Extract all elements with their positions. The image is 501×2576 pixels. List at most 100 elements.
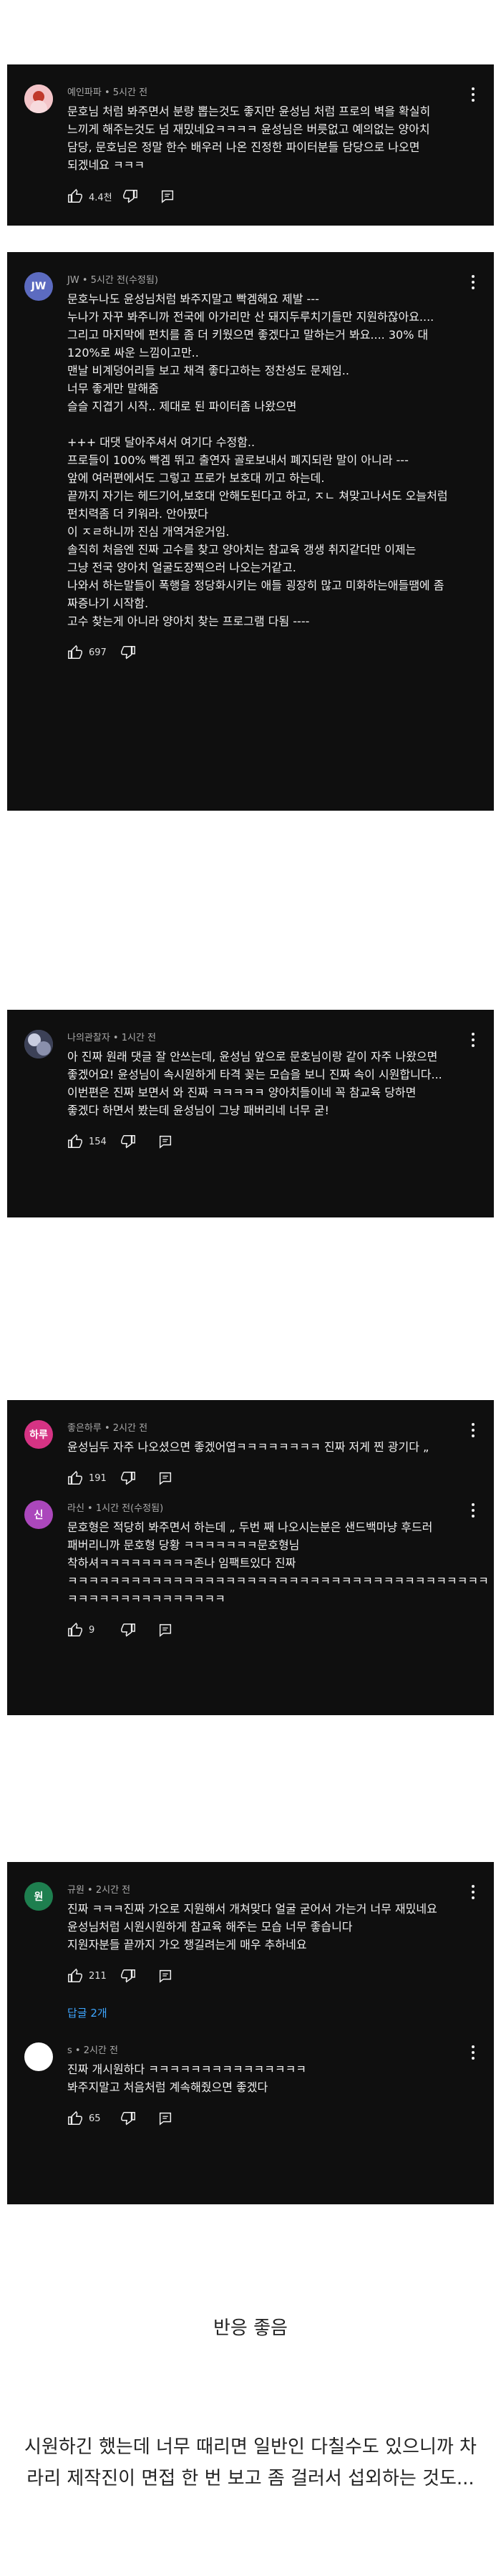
view-replies-link[interactable]: 답글 2개 bbox=[67, 1999, 494, 2027]
thumbs-up-icon bbox=[68, 1134, 82, 1148]
comment: 예인파파 • 5시간 전 문호님 처럼 봐주면서 분량 뽑는것도 좋지만 윤성님… bbox=[7, 64, 494, 213]
comment-author[interactable]: 좋은하루 • 2시간 전 bbox=[67, 1420, 448, 1434]
comment: JW JW • 5시간 전(수정됨) 문호누나도 윤성님처럼 봐주지말고 빡겜해… bbox=[7, 252, 494, 669]
avatar-image-icon bbox=[24, 85, 53, 113]
note-caption: 시원하긴 했는데 너무 때리면 일반인 다칠수도 있으니까 차라리 제작진이 면… bbox=[24, 2436, 477, 2489]
like-count: 4.4천 bbox=[89, 192, 112, 203]
more-vert-icon[interactable] bbox=[467, 274, 480, 291]
reply-icon bbox=[159, 1624, 172, 1637]
like-button[interactable]: 154 bbox=[67, 1134, 110, 1149]
avatar-initials: 하루 bbox=[29, 1429, 48, 1441]
comment-actions: 211 bbox=[67, 1959, 448, 1992]
like-button[interactable]: 191 bbox=[67, 1470, 110, 1486]
more-vert-icon[interactable] bbox=[467, 1422, 480, 1439]
like-button[interactable]: 697 bbox=[67, 645, 110, 660]
thumbs-down-icon bbox=[121, 646, 135, 660]
comment: 나의관찰자 • 1시간 전 아 진짜 원래 댓글 잘 안쓰는데, 윤성님 앞으로… bbox=[7, 1010, 494, 1158]
avatar-initials: 원 bbox=[34, 1891, 44, 1903]
thumbs-up-icon bbox=[68, 2111, 82, 2125]
dislike-button[interactable] bbox=[120, 1134, 136, 1149]
dislike-button[interactable] bbox=[120, 2111, 136, 2126]
avatar[interactable]: JW bbox=[24, 272, 53, 301]
comment-card-3: 나의관찰자 • 1시간 전 아 진짜 원래 댓글 잘 안쓰는데, 윤성님 앞으로… bbox=[7, 1010, 494, 1217]
comment-card-1: 예인파파 • 5시간 전 문호님 처럼 봐주면서 분량 뽑는것도 좋지만 윤성님… bbox=[7, 64, 494, 226]
avatar-initials: 신 bbox=[34, 1510, 44, 1521]
avatar-image-icon bbox=[24, 1030, 53, 1058]
comment-author[interactable]: 나의관찰자 • 1시간 전 bbox=[67, 1030, 448, 1043]
like-button[interactable]: 211 bbox=[67, 1968, 110, 1984]
thumbs-up-icon bbox=[68, 1622, 82, 1636]
thumbs-down-icon bbox=[121, 1969, 135, 1983]
comment-author[interactable]: 규원 • 2시간 전 bbox=[67, 1882, 448, 1896]
comment-author[interactable]: s • 2시간 전 bbox=[67, 2042, 448, 2056]
comment-actions: 4.4천 bbox=[67, 180, 448, 213]
comment: 신 라신 • 1시간 전(수정됨) 문호형은 적당히 봐주면서 하는데 „ 두번… bbox=[7, 1495, 494, 1646]
dislike-button[interactable] bbox=[120, 1470, 136, 1486]
dislike-button[interactable] bbox=[122, 188, 138, 204]
comment-author[interactable]: JW • 5시간 전(수정됨) bbox=[67, 272, 448, 286]
comment-author[interactable]: 라신 • 1시간 전(수정됨) bbox=[67, 1500, 448, 1514]
reply-icon bbox=[159, 1969, 172, 1983]
avatar[interactable] bbox=[24, 2042, 53, 2071]
reply-icon bbox=[159, 1472, 172, 1485]
comment-actions: 9 bbox=[67, 1613, 448, 1646]
like-count: 65 bbox=[89, 2113, 101, 2124]
comment-card-2: JW JW • 5시간 전(수정됨) 문호누나도 윤성님처럼 봐주지말고 빡겜해… bbox=[7, 252, 494, 811]
like-count: 697 bbox=[89, 647, 107, 658]
dislike-button[interactable] bbox=[120, 1968, 136, 1984]
reply-button[interactable] bbox=[157, 1134, 173, 1149]
reply-button[interactable] bbox=[157, 1622, 173, 1638]
thumbs-up-icon bbox=[68, 1968, 82, 1982]
thumbs-up-icon bbox=[68, 1470, 82, 1485]
like-button[interactable]: 9 bbox=[67, 1622, 110, 1638]
reply-button[interactable] bbox=[160, 188, 175, 204]
like-button[interactable]: 65 bbox=[67, 2111, 110, 2126]
more-vert-icon[interactable] bbox=[467, 2044, 480, 2061]
comment-card-4: 하루 좋은하루 • 2시간 전 윤성님두 자주 나오셨으면 좋겠어엽ㅋㅋㅋㅋㅋㅋ… bbox=[7, 1400, 494, 1715]
comment: 하루 좋은하루 • 2시간 전 윤성님두 자주 나오셨으면 좋겠어엽ㅋㅋㅋㅋㅋㅋ… bbox=[7, 1400, 494, 1495]
thumbs-down-icon bbox=[121, 1135, 135, 1149]
reply-button[interactable] bbox=[157, 1968, 173, 1984]
avatar[interactable]: 하루 bbox=[24, 1420, 53, 1449]
more-vert-icon[interactable] bbox=[467, 1502, 480, 1519]
like-count: 9 bbox=[89, 1624, 95, 1636]
thumbs-down-icon bbox=[121, 1472, 135, 1485]
more-vert-icon[interactable] bbox=[467, 1031, 480, 1048]
more-vert-icon[interactable] bbox=[467, 1883, 480, 1901]
comment-text: 문호누나도 윤성님처럼 봐주지말고 빡겜해요 제발 --- 누나가 자꾸 봐주니… bbox=[67, 292, 448, 628]
thumbs-down-icon bbox=[121, 2112, 135, 2126]
comment-actions: 697 bbox=[67, 636, 448, 669]
reply-button[interactable] bbox=[157, 2111, 173, 2126]
thumbs-down-icon bbox=[122, 190, 137, 203]
dislike-button[interactable] bbox=[120, 645, 136, 660]
reply-comment: s • 2시간 전 진짜 개시원하다 ㅋㅋㅋㅋㅋㅋㅋㅋㅋㅋㅋㅋㅋㅋㅋ 봐주지말고… bbox=[7, 2027, 494, 2135]
dislike-button[interactable] bbox=[120, 1622, 136, 1638]
comment: 원 규원 • 2시간 전 진짜 ㅋㅋㅋ진짜 가오로 지원해서 개쳐맞다 얼굴 굳… bbox=[7, 1862, 494, 1992]
thumbs-up-icon bbox=[68, 645, 82, 659]
comment-text: 진짜 개시원하다 ㅋㅋㅋㅋㅋㅋㅋㅋㅋㅋㅋㅋㅋㅋㅋ 봐주지말고 처음처럼 계속해줬… bbox=[67, 2063, 307, 2094]
comment-text: 진짜 ㅋㅋㅋ진짜 가오로 지원해서 개쳐맞다 얼굴 굳어서 가는거 너무 재밌네… bbox=[67, 1902, 437, 1952]
reply-icon bbox=[159, 1135, 172, 1149]
comment-card-5: 원 규원 • 2시간 전 진짜 ㅋㅋㅋ진짜 가오로 지원해서 개쳐맞다 얼굴 굳… bbox=[7, 1862, 494, 2204]
thumbs-down-icon bbox=[121, 1624, 135, 1637]
like-count: 211 bbox=[89, 1970, 107, 1982]
comment-author[interactable]: 예인파파 • 5시간 전 bbox=[67, 85, 448, 98]
comment-actions: 154 bbox=[67, 1125, 448, 1158]
like-count: 191 bbox=[89, 1472, 107, 1484]
like-button[interactable]: 4.4천 bbox=[67, 188, 112, 204]
comment-text: 문호형은 적당히 봐주면서 하는데 „ 두번 째 나오시는분은 샌드백마냥 후드… bbox=[67, 1520, 492, 1606]
like-count: 154 bbox=[89, 1136, 107, 1147]
comment-text: 윤성님두 자주 나오셨으면 좋겠어엽ㅋㅋㅋㅋㅋㅋㅋㅋ 진짜 저게 찐 광기다 „ bbox=[67, 1440, 429, 1454]
reply-icon bbox=[161, 190, 173, 203]
avatar[interactable]: 원 bbox=[24, 1882, 53, 1911]
comment-actions: 191 bbox=[67, 1462, 448, 1495]
avatar[interactable] bbox=[24, 1030, 53, 1058]
avatar[interactable] bbox=[24, 85, 53, 113]
reaction-caption: 반응 좋음 bbox=[213, 2317, 288, 2339]
comment-text: 문호님 처럼 봐주면서 분량 뽑는것도 좋지만 윤성님 처럼 프로의 벽을 확실… bbox=[67, 105, 434, 172]
more-vert-icon[interactable] bbox=[467, 86, 480, 103]
reply-button[interactable] bbox=[157, 1470, 173, 1486]
avatar[interactable]: 신 bbox=[24, 1500, 53, 1529]
comment-actions: 65 bbox=[67, 2102, 448, 2135]
thumbs-up-icon bbox=[68, 188, 82, 203]
